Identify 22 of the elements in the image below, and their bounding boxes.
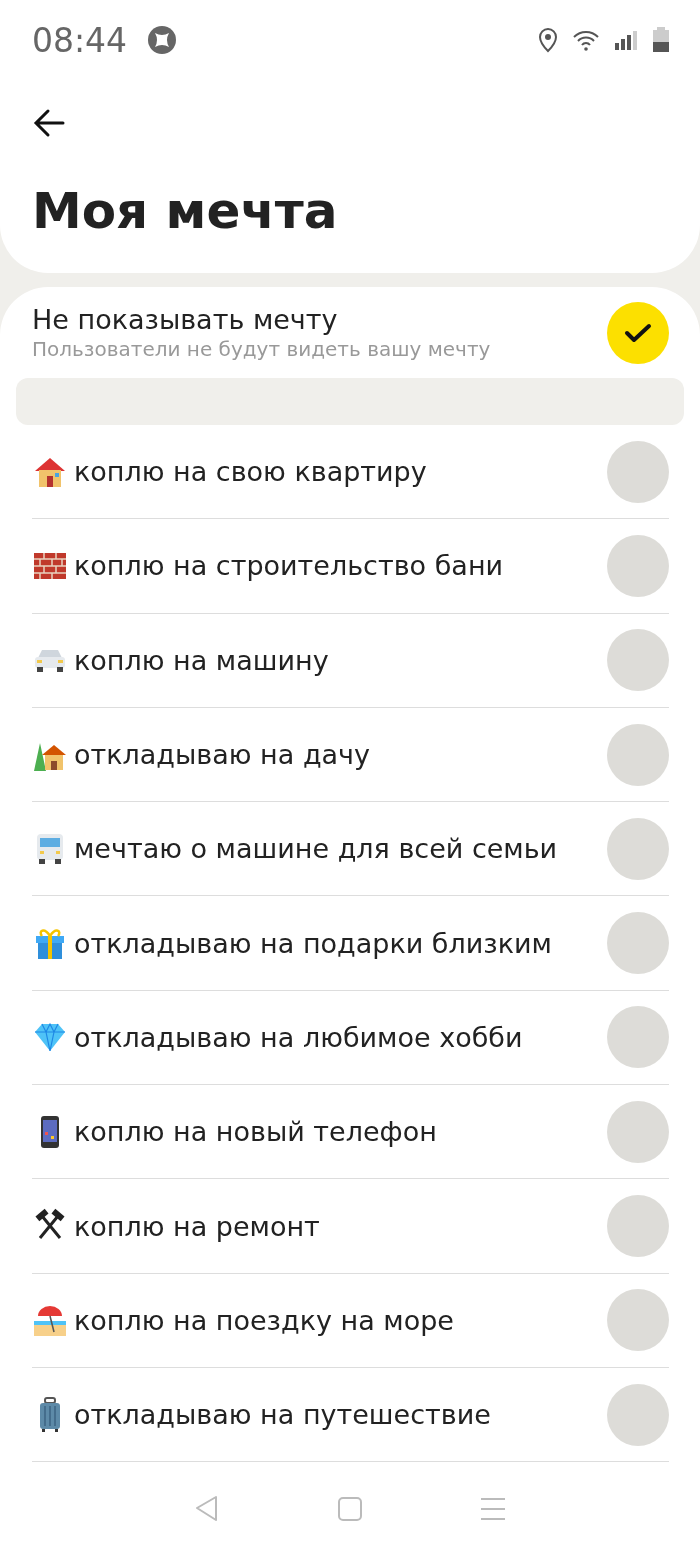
dream-label: коплю на строительство бани	[74, 550, 505, 582]
wifi-icon	[572, 29, 600, 51]
home-nav-icon[interactable]	[337, 1496, 363, 1523]
dream-label: откладываю на любимое хобби	[74, 1021, 524, 1053]
dream-label: коплю на поездку на море	[74, 1304, 455, 1336]
battery-icon	[652, 27, 670, 53]
dream-label: коплю на ремонт	[74, 1210, 321, 1242]
menu-nav-icon[interactable]	[479, 1497, 506, 1522]
signal-icon	[614, 29, 638, 51]
dream-label: мечтаю о машине для всей семьи	[74, 833, 559, 865]
option-description: Пользователи не будут видеть вашу мечту	[32, 337, 491, 361]
dream-label: коплю на новый телефон	[74, 1116, 438, 1148]
app-notification-icon	[147, 25, 178, 55]
dream-label: коплю на машину	[74, 644, 330, 676]
dream-label: откладываю на дачу	[74, 739, 372, 771]
status-time: 08:44	[32, 20, 128, 60]
location-icon	[538, 27, 558, 53]
dream-label: откладываю на путешествие	[74, 1399, 492, 1431]
option-label: Не показывать мечту	[32, 304, 339, 335]
dream-label: коплю на свою квартиру	[74, 456, 428, 488]
dream-label: откладываю на подарки близким	[74, 927, 553, 959]
page-title: Моя мечта	[32, 184, 339, 239]
